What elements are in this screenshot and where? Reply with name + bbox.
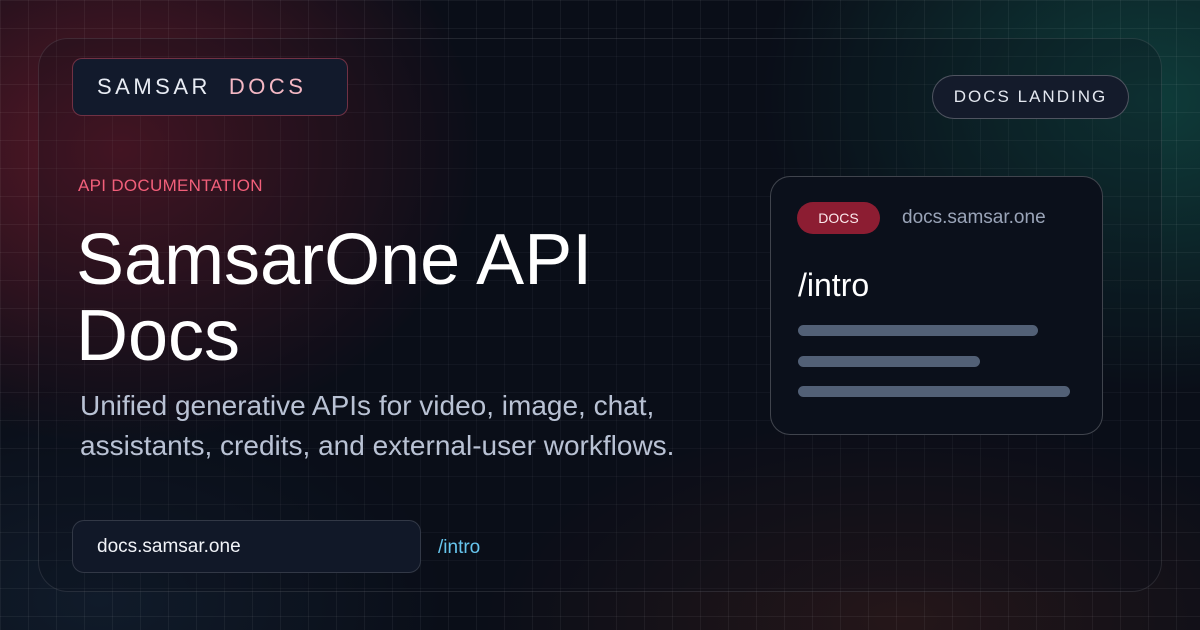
docs-url-box[interactable]: docs.samsar.one — [72, 520, 421, 573]
page-title: SamsarOne API Docs — [76, 220, 593, 376]
placeholder-line — [798, 356, 980, 367]
brand-name: SAMSAR — [97, 74, 211, 99]
docs-preview-card: DOCS docs.samsar.one /intro — [770, 176, 1103, 435]
page-subtitle: Unified generative APIs for video, image… — [80, 390, 675, 461]
brand-logo[interactable]: SAMSAR DOCS — [72, 58, 348, 116]
docs-landing-button[interactable]: DOCS LANDING — [932, 75, 1129, 119]
intro-path-link[interactable]: /intro — [438, 537, 480, 559]
docs-url-text: docs.samsar.one — [97, 535, 241, 557]
placeholder-line — [798, 386, 1070, 397]
docs-badge: DOCS — [797, 202, 880, 234]
preview-domain: docs.samsar.one — [902, 207, 1046, 228]
brand-suffix: DOCS — [228, 74, 307, 99]
placeholder-line — [798, 325, 1038, 336]
preview-path: /intro — [798, 267, 870, 303]
hero-eyebrow: API DOCUMENTATION — [78, 176, 263, 195]
